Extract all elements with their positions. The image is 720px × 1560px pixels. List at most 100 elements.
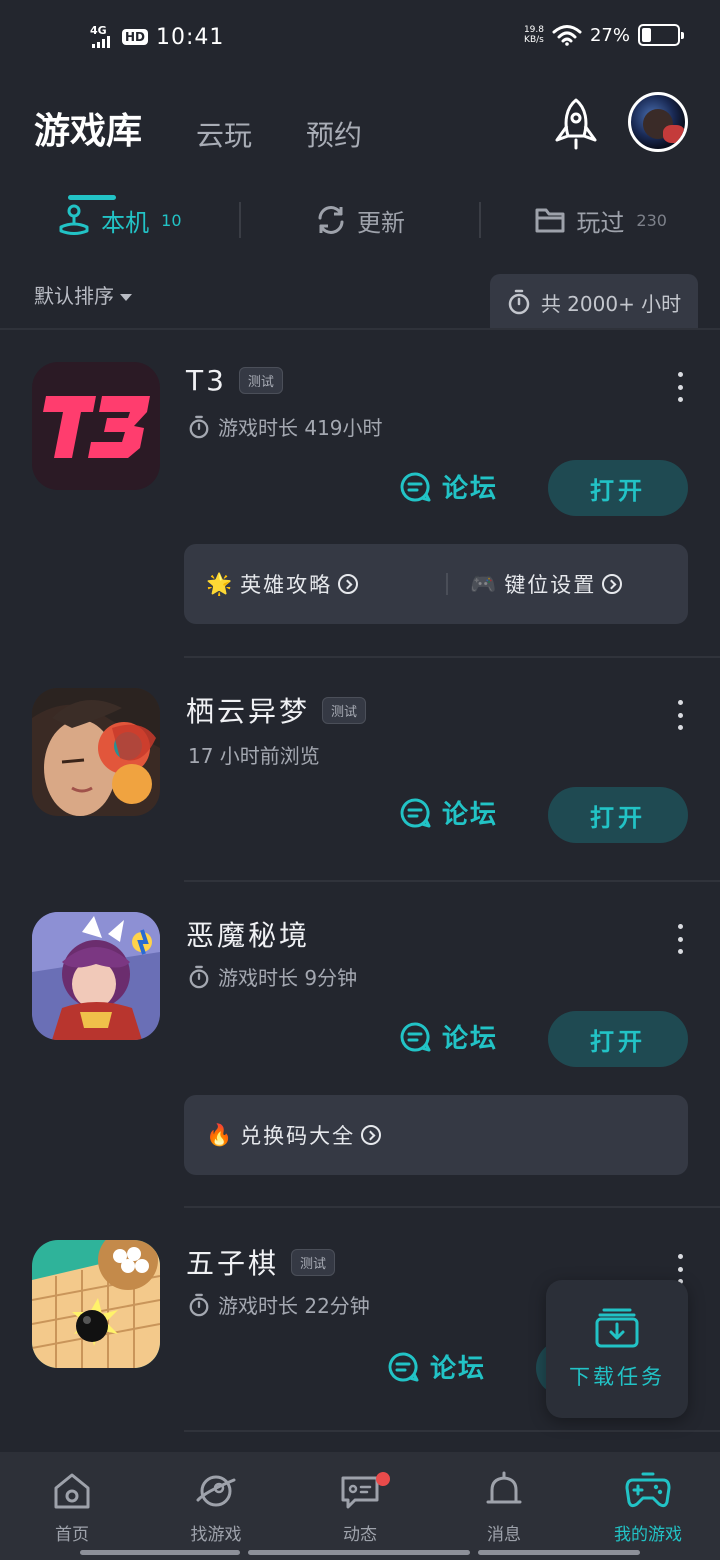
dot	[677, 1254, 683, 1259]
open-button[interactable]: 打开	[548, 460, 688, 516]
game-icon-qiyunyimeng[interactable]	[32, 688, 160, 816]
dot	[677, 700, 683, 705]
subtab-local-count: 10	[161, 210, 182, 230]
hd-badge: HD	[122, 29, 149, 45]
game-name: 恶魔秘境	[186, 919, 311, 952]
game-art-icon	[32, 912, 160, 1040]
game-extras: 🌟 英雄攻略 🎮 键位设置	[184, 544, 688, 624]
game-subtitle: 游戏时长 22分钟	[188, 1290, 370, 1319]
forum-icon	[388, 1351, 419, 1381]
bell-icon	[486, 1471, 522, 1504]
test-tag: 测试	[238, 367, 283, 394]
signal-icon	[92, 36, 110, 48]
gamepad-emoji-icon: 🎮	[470, 571, 499, 596]
nav-home[interactable]: 首页	[0, 1452, 144, 1560]
t3-logo-icon	[32, 362, 160, 490]
game-playtime: 游戏时长 419小时	[218, 416, 383, 440]
chevron-right-icon	[602, 574, 623, 594]
nav-find-games-label: 找游戏	[190, 1525, 242, 1545]
status-left: 4G HD 10:41	[88, 24, 224, 50]
subtab-update[interactable]: 更新	[241, 203, 480, 238]
gamepad-icon	[625, 1472, 671, 1508]
hero-guide-link[interactable]: 🌟 英雄攻略	[206, 569, 359, 599]
network-indicator: 4G	[88, 24, 114, 50]
nav-messages-label: 消息	[487, 1525, 521, 1545]
dot	[677, 397, 683, 402]
test-tag: 测试	[291, 1248, 336, 1276]
tab-cloud-play[interactable]: 云玩	[196, 104, 252, 154]
game-icon-gomoku[interactable]	[32, 1240, 160, 1368]
game-extras: 🔥 兑换码大全	[184, 1095, 688, 1175]
tab-reservation[interactable]: 预约	[306, 104, 362, 154]
dot	[677, 1266, 683, 1272]
nav-my-games[interactable]: 我的游戏	[576, 1452, 720, 1560]
gesture-bar-segment	[80, 1550, 240, 1555]
divider	[446, 573, 449, 595]
game-title-row: 五子棋 测试	[186, 1242, 336, 1282]
download-tasks-button[interactable]: 下载任务	[546, 1280, 688, 1418]
bottom-nav: 首页 找游戏 动态 消息 我的游戏	[0, 1452, 720, 1560]
forum-button[interactable]: 论坛	[398, 468, 498, 505]
game-title-row: 栖云异梦 测试	[186, 690, 367, 730]
notification-badge	[376, 1472, 390, 1486]
subtab-played-label: 玩过	[576, 208, 625, 237]
more-menu-button[interactable]	[670, 700, 690, 730]
tab-game-library[interactable]: 游戏库	[34, 92, 142, 200]
more-menu-button[interactable]	[670, 924, 690, 954]
status-bar: 4G HD 10:41 19.8 KB/s 27%	[0, 0, 720, 72]
wifi-icon	[552, 25, 582, 46]
subtab-played-count: 230	[636, 210, 667, 230]
redeem-codes-label: 兑换码大全	[240, 1124, 356, 1148]
forum-icon	[400, 1021, 431, 1051]
game-playtime: 游戏时长 22分钟	[218, 1294, 370, 1318]
timer-icon	[508, 289, 530, 315]
more-menu-button[interactable]	[670, 372, 690, 402]
divider	[184, 656, 720, 658]
game-icon-emomijing[interactable]	[32, 912, 160, 1040]
nav-activity[interactable]: 动态	[288, 1452, 432, 1560]
open-button[interactable]: 打开	[548, 787, 688, 843]
last-browsed: 17 小时前浏览	[188, 744, 320, 768]
sub-tabs: 本机 10 更新 玩过 230	[0, 192, 720, 248]
forum-label: 论坛	[442, 800, 499, 830]
timer-icon	[189, 965, 209, 988]
nav-messages[interactable]: 消息	[432, 1452, 576, 1560]
sort-dropdown[interactable]: 默认排序	[34, 280, 132, 309]
caret-down-icon	[120, 294, 132, 301]
fire-icon: 🔥	[206, 1122, 235, 1147]
battery-fill	[642, 28, 652, 42]
battery-icon	[638, 24, 684, 46]
dot	[677, 712, 683, 718]
gesture-bar-segment	[248, 1550, 470, 1555]
battery-percent: 27%	[589, 24, 630, 46]
forum-button[interactable]: 论坛	[386, 1348, 486, 1385]
network-label: 4G	[90, 24, 107, 37]
chevron-right-icon	[361, 1125, 382, 1145]
status-right: 19.8 KB/s 27%	[523, 24, 684, 46]
subtab-local[interactable]: 本机 10	[0, 203, 239, 238]
star-icon: 🌟	[206, 571, 235, 596]
nav-find-games[interactable]: 找游戏	[144, 1452, 288, 1560]
nav-my-games-label: 我的游戏	[614, 1525, 682, 1545]
game-title-row: T3 测试	[186, 364, 283, 397]
key-settings-link[interactable]: 🎮 键位设置	[470, 569, 623, 599]
avatar[interactable]	[628, 92, 688, 152]
dot	[677, 384, 683, 390]
subtab-played[interactable]: 玩过 230	[481, 203, 720, 238]
sort-label: 默认排序	[34, 284, 114, 308]
game-icon-t3[interactable]	[32, 362, 160, 490]
game-subtitle: 游戏时长 9分钟	[188, 962, 357, 991]
forum-label: 论坛	[442, 474, 499, 504]
forum-button[interactable]: 论坛	[398, 794, 498, 831]
planet-icon	[196, 1475, 236, 1507]
redeem-codes-link[interactable]: 🔥 兑换码大全	[206, 1120, 382, 1150]
gesture-bar	[80, 1550, 640, 1556]
net-speed-value: 19.8	[523, 25, 544, 35]
divider	[184, 1206, 720, 1208]
forum-button[interactable]: 论坛	[398, 1018, 498, 1055]
forum-icon	[400, 797, 431, 827]
clock: 10:41	[156, 24, 225, 50]
open-button[interactable]: 打开	[548, 1011, 688, 1067]
rocket-icon[interactable]	[548, 96, 604, 152]
subtab-local-label: 本机	[101, 208, 150, 237]
